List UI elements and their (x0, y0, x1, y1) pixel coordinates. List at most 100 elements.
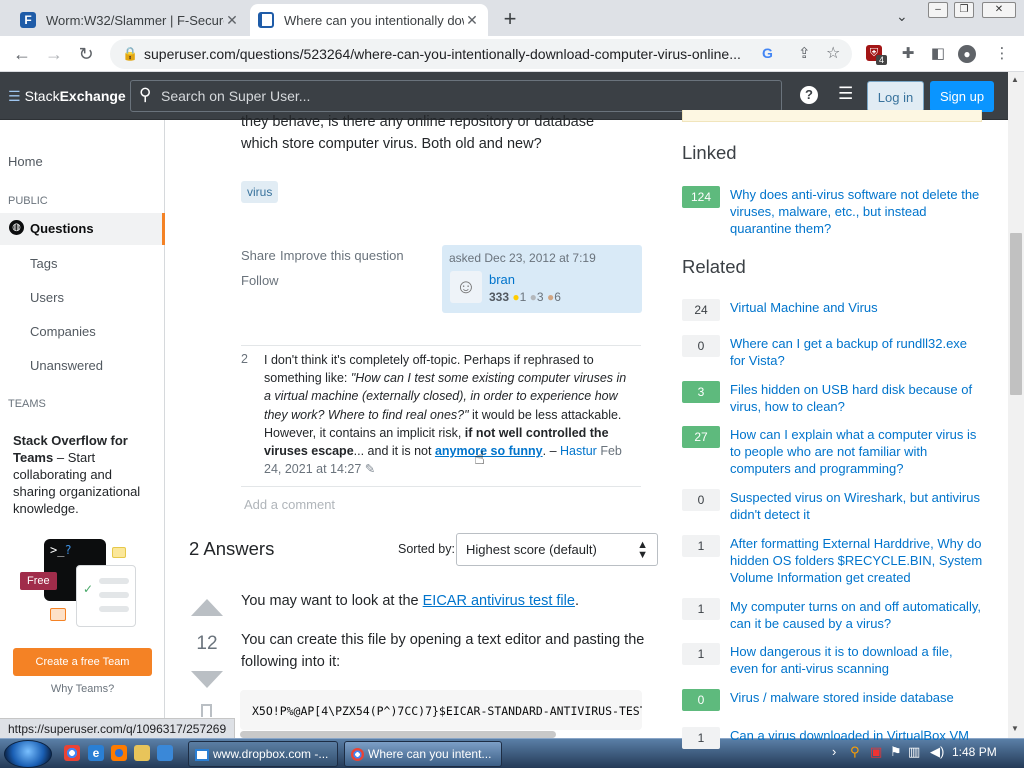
scrollbar-thumb[interactable] (1010, 233, 1022, 395)
page-scrollbar[interactable]: ▲ ▼ (1008, 72, 1024, 740)
improve-question-link[interactable]: Improve this question (280, 248, 404, 263)
question-link[interactable]: Where can I get a backup of rundll32.exe… (730, 335, 983, 369)
url-text[interactable]: superuser.com/questions/523264/where-can… (144, 46, 754, 62)
tab-fsecure[interactable]: F Worm:W32/Slammer | F-Secure La ✕ (12, 4, 248, 36)
app-quicklaunch-icon[interactable] (157, 745, 173, 761)
sidebar-widget-bottom (682, 110, 982, 122)
restore-button[interactable]: ❐ (954, 2, 974, 18)
windows-start-button[interactable] (4, 740, 52, 768)
profile-avatar-icon[interactable]: ● (958, 45, 976, 63)
nav-unanswered[interactable]: Unanswered (30, 358, 103, 373)
question-link[interactable]: Virtual Machine and Virus (730, 299, 983, 316)
comment-divider (241, 345, 641, 346)
stackexchange-logo[interactable]: ☰ StackExchange (8, 88, 126, 105)
scroll-down-arrow-icon[interactable]: ▼ (1011, 724, 1019, 733)
tag-virus[interactable]: virus (241, 181, 279, 203)
comment-author[interactable]: Hastur (560, 444, 597, 458)
bookmark-icon[interactable] (201, 704, 212, 717)
tab-superuser[interactable]: Where can you intentionally dow ✕ (250, 4, 488, 36)
volume-tray-icon[interactable]: ◀) (930, 744, 944, 760)
flag-tray-icon[interactable]: ⚑ (890, 744, 902, 760)
scroll-up-arrow-icon[interactable]: ▲ (1011, 75, 1019, 84)
signup-button[interactable]: Sign up (930, 81, 994, 112)
share-link[interactable]: Share (241, 248, 276, 263)
chrome-quicklaunch-icon[interactable] (64, 745, 80, 761)
address-bar[interactable]: 🔒 superuser.com/questions/523264/where-c… (110, 39, 852, 69)
user-avatar[interactable]: ☺ (450, 271, 482, 303)
checklist-illustration-icon: ✓ (76, 565, 136, 627)
answer-count-badge: 1 (682, 535, 720, 557)
pencil-icon[interactable]: ✎ (365, 462, 375, 476)
ie-quicklaunch-icon[interactable]: e (88, 745, 104, 761)
explorer-quicklaunch-icon[interactable] (134, 745, 150, 761)
login-button[interactable]: Log in (867, 81, 924, 112)
question-link[interactable]: Virus / malware stored inside database (730, 689, 983, 706)
user-reputation: 333 ●1 ●3 ●6 (489, 290, 561, 304)
search-box[interactable]: ⚲ (130, 80, 782, 112)
search-input[interactable] (161, 86, 761, 106)
question-link[interactable]: Files hidden on USB hard disk because of… (730, 381, 983, 415)
shield-tray-icon[interactable]: ▣ (870, 744, 882, 760)
linked-heading: Linked (682, 142, 737, 163)
reload-icon[interactable]: ↻ (74, 42, 98, 66)
network-tray-icon[interactable]: ▥ (908, 744, 920, 760)
nav-questions-label: Questions (30, 221, 94, 236)
browser-tab-strip: F Worm:W32/Slammer | F-Secure La ✕ Where… (0, 0, 1024, 36)
eicar-link[interactable]: EICAR antivirus test file (423, 593, 575, 609)
select-arrows-icon: ▲ ▼ (637, 539, 648, 561)
firefox-quicklaunch-icon[interactable] (111, 745, 127, 761)
window-icon (195, 748, 209, 761)
menu-kebab-icon[interactable]: ⋮ (992, 44, 1012, 64)
tray-expand-icon[interactable]: › (832, 744, 836, 759)
tab-title: Worm:W32/Slammer | F-Secure La (46, 12, 224, 28)
create-team-button[interactable]: Create a free Team (13, 648, 152, 676)
nav-home[interactable]: Home (8, 154, 43, 169)
gold-badges: 1 (519, 290, 527, 304)
user-name[interactable]: bran (489, 272, 515, 287)
tab-close-icon[interactable]: ✕ (224, 12, 240, 29)
close-window-button[interactable]: ✕ (982, 2, 1016, 18)
new-tab-button[interactable]: + (498, 6, 522, 32)
bookmark-star-icon[interactable]: ☆ (826, 43, 840, 63)
minimize-button[interactable]: – (928, 2, 948, 18)
taskbar-dropbox[interactable]: www.dropbox.com -... (188, 741, 338, 767)
why-teams-link[interactable]: Why Teams? (0, 683, 165, 695)
sort-select[interactable]: Highest score (default) ▲ ▼ (456, 533, 658, 566)
question-link[interactable]: Suspected virus on Wireshark, but antivi… (730, 489, 983, 523)
upvote-arrow-icon[interactable] (191, 599, 223, 616)
search-tray-icon[interactable]: ⚲ (850, 744, 860, 760)
downvote-arrow-icon[interactable] (191, 671, 223, 688)
question-link[interactable]: After formatting External Harddrive, Why… (730, 535, 983, 586)
tab-search-chevron-icon[interactable]: ⌄ (896, 8, 908, 25)
add-comment-link[interactable]: Add a comment (244, 497, 335, 512)
follow-link[interactable]: Follow (241, 273, 279, 288)
answer-count-badge: 124 (682, 186, 720, 208)
help-icon[interactable]: ? (800, 86, 818, 104)
forward-arrow-icon[interactable]: → (42, 42, 66, 66)
share-icon[interactable]: ⇪ (798, 44, 811, 62)
nav-teams-heading: TEAMS (8, 398, 46, 410)
nav-users[interactable]: Users (30, 290, 64, 305)
question-link[interactable]: How dangerous it is to download a file, … (730, 643, 983, 677)
question-link[interactable]: Why does anti-virus software not delete … (730, 186, 983, 237)
taskbar-chrome[interactable]: Where can you intent... (344, 741, 502, 767)
google-lens-icon[interactable]: G (762, 45, 773, 61)
extensions-puzzle-icon[interactable]: ✚ (898, 44, 918, 64)
nav-tags[interactable]: Tags (30, 256, 57, 271)
nav-companies[interactable]: Companies (30, 324, 96, 339)
site-switcher-icon[interactable]: ☰ (838, 84, 853, 104)
comment-link[interactable]: anymore so funny (435, 444, 543, 458)
free-badge: Free (20, 572, 57, 590)
nav-questions[interactable]: ◍ Questions (0, 213, 165, 245)
question-link[interactable]: How can I explain what a computer virus … (730, 426, 983, 477)
back-arrow-icon[interactable]: ← (10, 42, 34, 66)
hamburger-icon[interactable]: ☰ (8, 88, 21, 104)
question-link[interactable]: My computer turns on and off automatical… (730, 598, 983, 632)
superuser-favicon-icon (258, 12, 274, 28)
tab-close-icon[interactable]: ✕ (464, 12, 480, 29)
side-panel-icon[interactable]: ◧ (928, 44, 948, 64)
lock-icon: 🔒 (122, 46, 139, 61)
chat-bubble-icon (50, 608, 66, 621)
code-scrollbar[interactable] (240, 731, 556, 738)
question-link[interactable]: Can a virus downloaded in VirtualBox VM (730, 727, 983, 744)
